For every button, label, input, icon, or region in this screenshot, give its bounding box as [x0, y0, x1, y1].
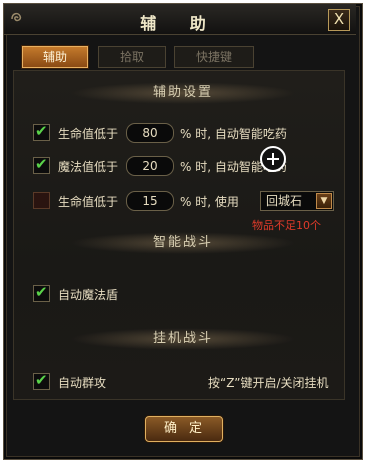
hp2-checkbox[interactable]: [33, 192, 50, 209]
item-warning: 物品不足10个: [252, 219, 321, 232]
hp-checkbox[interactable]: [33, 122, 50, 141]
auto-group-label: 自动群攻: [58, 376, 107, 390]
item-select[interactable]: 回城石 ▼: [260, 191, 334, 211]
mp-label: 魔法值低于: [58, 160, 119, 174]
idle-hotkey-hint: 按“Z”键开启/关闭挂机: [208, 376, 329, 390]
mp-threshold-input[interactable]: 20: [126, 156, 174, 176]
hp-label: 生命值低于: [58, 127, 119, 141]
auto-group-checkbox[interactable]: [33, 371, 50, 390]
hp2-suffix: % 时, 使用: [180, 195, 239, 209]
section-header-combat: 智能战斗: [0, 232, 366, 254]
tab-hotkeys[interactable]: 快捷键: [174, 46, 254, 68]
tab-pickup[interactable]: 拾取: [98, 46, 166, 68]
hp-threshold-input[interactable]: 80: [126, 123, 174, 143]
chevron-down-icon[interactable]: ▼: [316, 193, 332, 209]
confirm-button[interactable]: 确定: [145, 416, 223, 442]
cursor-crosshair-icon: [260, 146, 286, 172]
hp2-label: 生命值低于: [58, 195, 119, 209]
close-button[interactable]: X: [328, 9, 350, 31]
hp2-threshold-input[interactable]: 15: [126, 191, 174, 211]
item-select-value: 回城石: [266, 194, 303, 208]
tab-assist[interactable]: 辅助: [22, 46, 88, 68]
window-title: 辅 助: [140, 14, 220, 33]
auto-shield-label: 自动魔法盾: [58, 288, 119, 302]
section-header-idle: 挂机战斗: [0, 328, 366, 350]
auto-shield-checkbox[interactable]: [33, 283, 50, 302]
mp-checkbox[interactable]: [33, 155, 50, 174]
hp-suffix: % 时, 自动智能吃药: [180, 127, 287, 141]
section-header-assist: 辅助设置: [0, 82, 366, 104]
title-bar: 辅 助 X: [4, 4, 356, 35]
